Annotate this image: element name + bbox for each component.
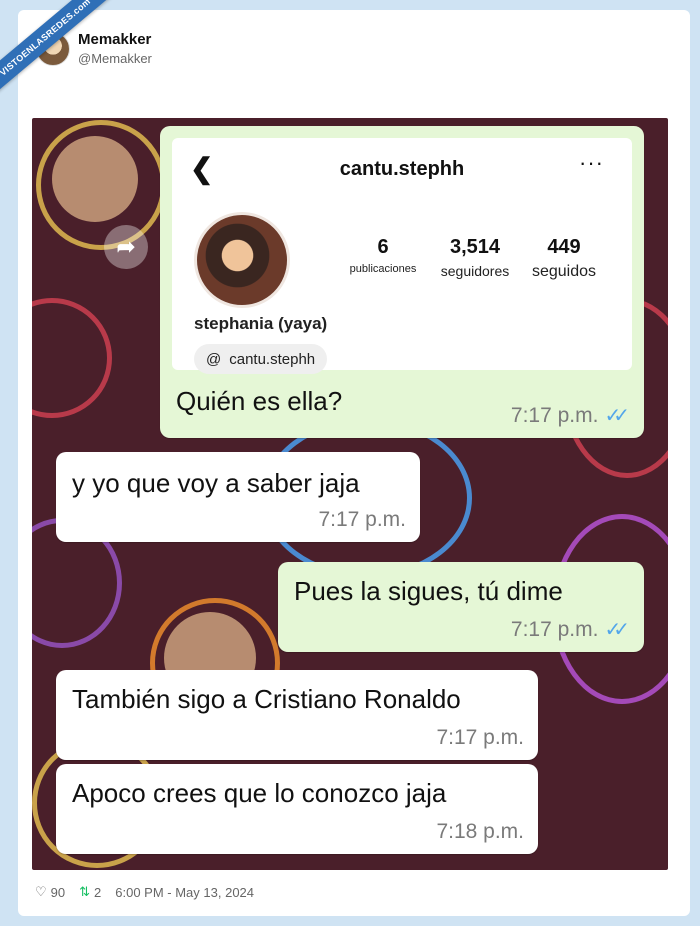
stat-following-value: 449 [547, 236, 581, 258]
more-icon[interactable]: ··· [579, 150, 604, 176]
message-text: Apoco crees que lo conozco jaja [72, 778, 447, 808]
message-time: 7:17 p.m. [436, 726, 524, 749]
retweet-icon: ⇅ [79, 884, 91, 899]
like-button[interactable]: ♡ 90 [35, 884, 65, 900]
profile-card[interactable]: ❮ cantu.stephh ··· 6 publicaciones 3,514… [172, 138, 632, 374]
stat-posts-label: publicaciones [349, 263, 417, 275]
message-text: Quién es ella? [176, 386, 343, 416]
stat-followers-label: seguidores [440, 263, 510, 279]
retweet-count: 2 [94, 884, 102, 900]
profile-avatar[interactable] [194, 212, 290, 308]
message-bubble-incoming[interactable]: También sigo a Cristiano Ronaldo 7:17 p.… [56, 670, 538, 760]
tweet-footer: ♡ 90 ⇅ 2 6:00 PM - May 13, 2024 [35, 884, 254, 900]
retweet-button[interactable]: ⇅ 2 [79, 884, 101, 900]
threads-badge[interactable]: @ cantu.stephh [194, 344, 328, 374]
profile-username: cantu.stephh [339, 158, 465, 180]
wallpaper-face [52, 136, 138, 222]
stat-posts-value: 6 [377, 236, 389, 258]
message-meta: 7:17 p.m. ✓✓ [511, 617, 630, 642]
stat-following-label: seguidos [531, 263, 597, 280]
stat-followers[interactable]: 3,514 seguidores [430, 236, 520, 279]
chat-screenshot: ➦ ❮ cantu.stephh ··· 6 publicaciones 3,5… [32, 118, 668, 870]
message-meta: 7:17 p.m. ✓✓ [511, 403, 630, 428]
message-time: 7:18 p.m. [436, 820, 524, 843]
tweet-timestamp[interactable]: 6:00 PM - May 13, 2024 [115, 885, 254, 900]
forward-icon[interactable]: ➦ [104, 225, 148, 269]
author-name[interactable]: Memakker [78, 31, 151, 48]
message-meta: 7:17 p.m. [318, 508, 406, 532]
stat-following[interactable]: 449 seguidos [522, 236, 606, 281]
message-time: 7:17 p.m. [510, 617, 599, 641]
profile-display-name: stephania (yaya) [194, 314, 328, 333]
double-check-icon: ✓✓ [604, 405, 629, 427]
like-count: 90 [50, 884, 66, 900]
message-bubble-outgoing[interactable]: ❮ cantu.stephh ··· 6 publicaciones 3,514… [160, 126, 644, 438]
heart-icon: ♡ [35, 884, 47, 899]
message-text: Pues la sigues, tú dime [294, 576, 563, 606]
wallpaper-ring [32, 298, 112, 418]
message-text: También sigo a Cristiano Ronaldo [72, 684, 461, 714]
message-meta: 7:17 p.m. [436, 726, 524, 750]
message-text: y yo que voy a saber jaja [72, 468, 360, 498]
author-handle[interactable]: @Memakker [78, 51, 152, 66]
message-time: 7:17 p.m. [510, 403, 599, 427]
double-check-icon: ✓✓ [604, 619, 629, 641]
message-meta: 7:18 p.m. [436, 820, 524, 844]
stat-followers-value: 3,514 [449, 236, 501, 258]
stat-posts[interactable]: 6 publicaciones [340, 236, 426, 275]
message-bubble-outgoing[interactable]: Pues la sigues, tú dime 7:17 p.m. ✓✓ [278, 562, 644, 652]
message-bubble-incoming[interactable]: y yo que voy a saber jaja 7:17 p.m. [56, 452, 420, 542]
message-time: 7:17 p.m. [318, 508, 406, 531]
threads-handle: cantu.stephh [229, 350, 316, 368]
threads-icon: @ [206, 350, 222, 368]
message-bubble-incoming[interactable]: Apoco crees que lo conozco jaja 7:18 p.m… [56, 764, 538, 854]
